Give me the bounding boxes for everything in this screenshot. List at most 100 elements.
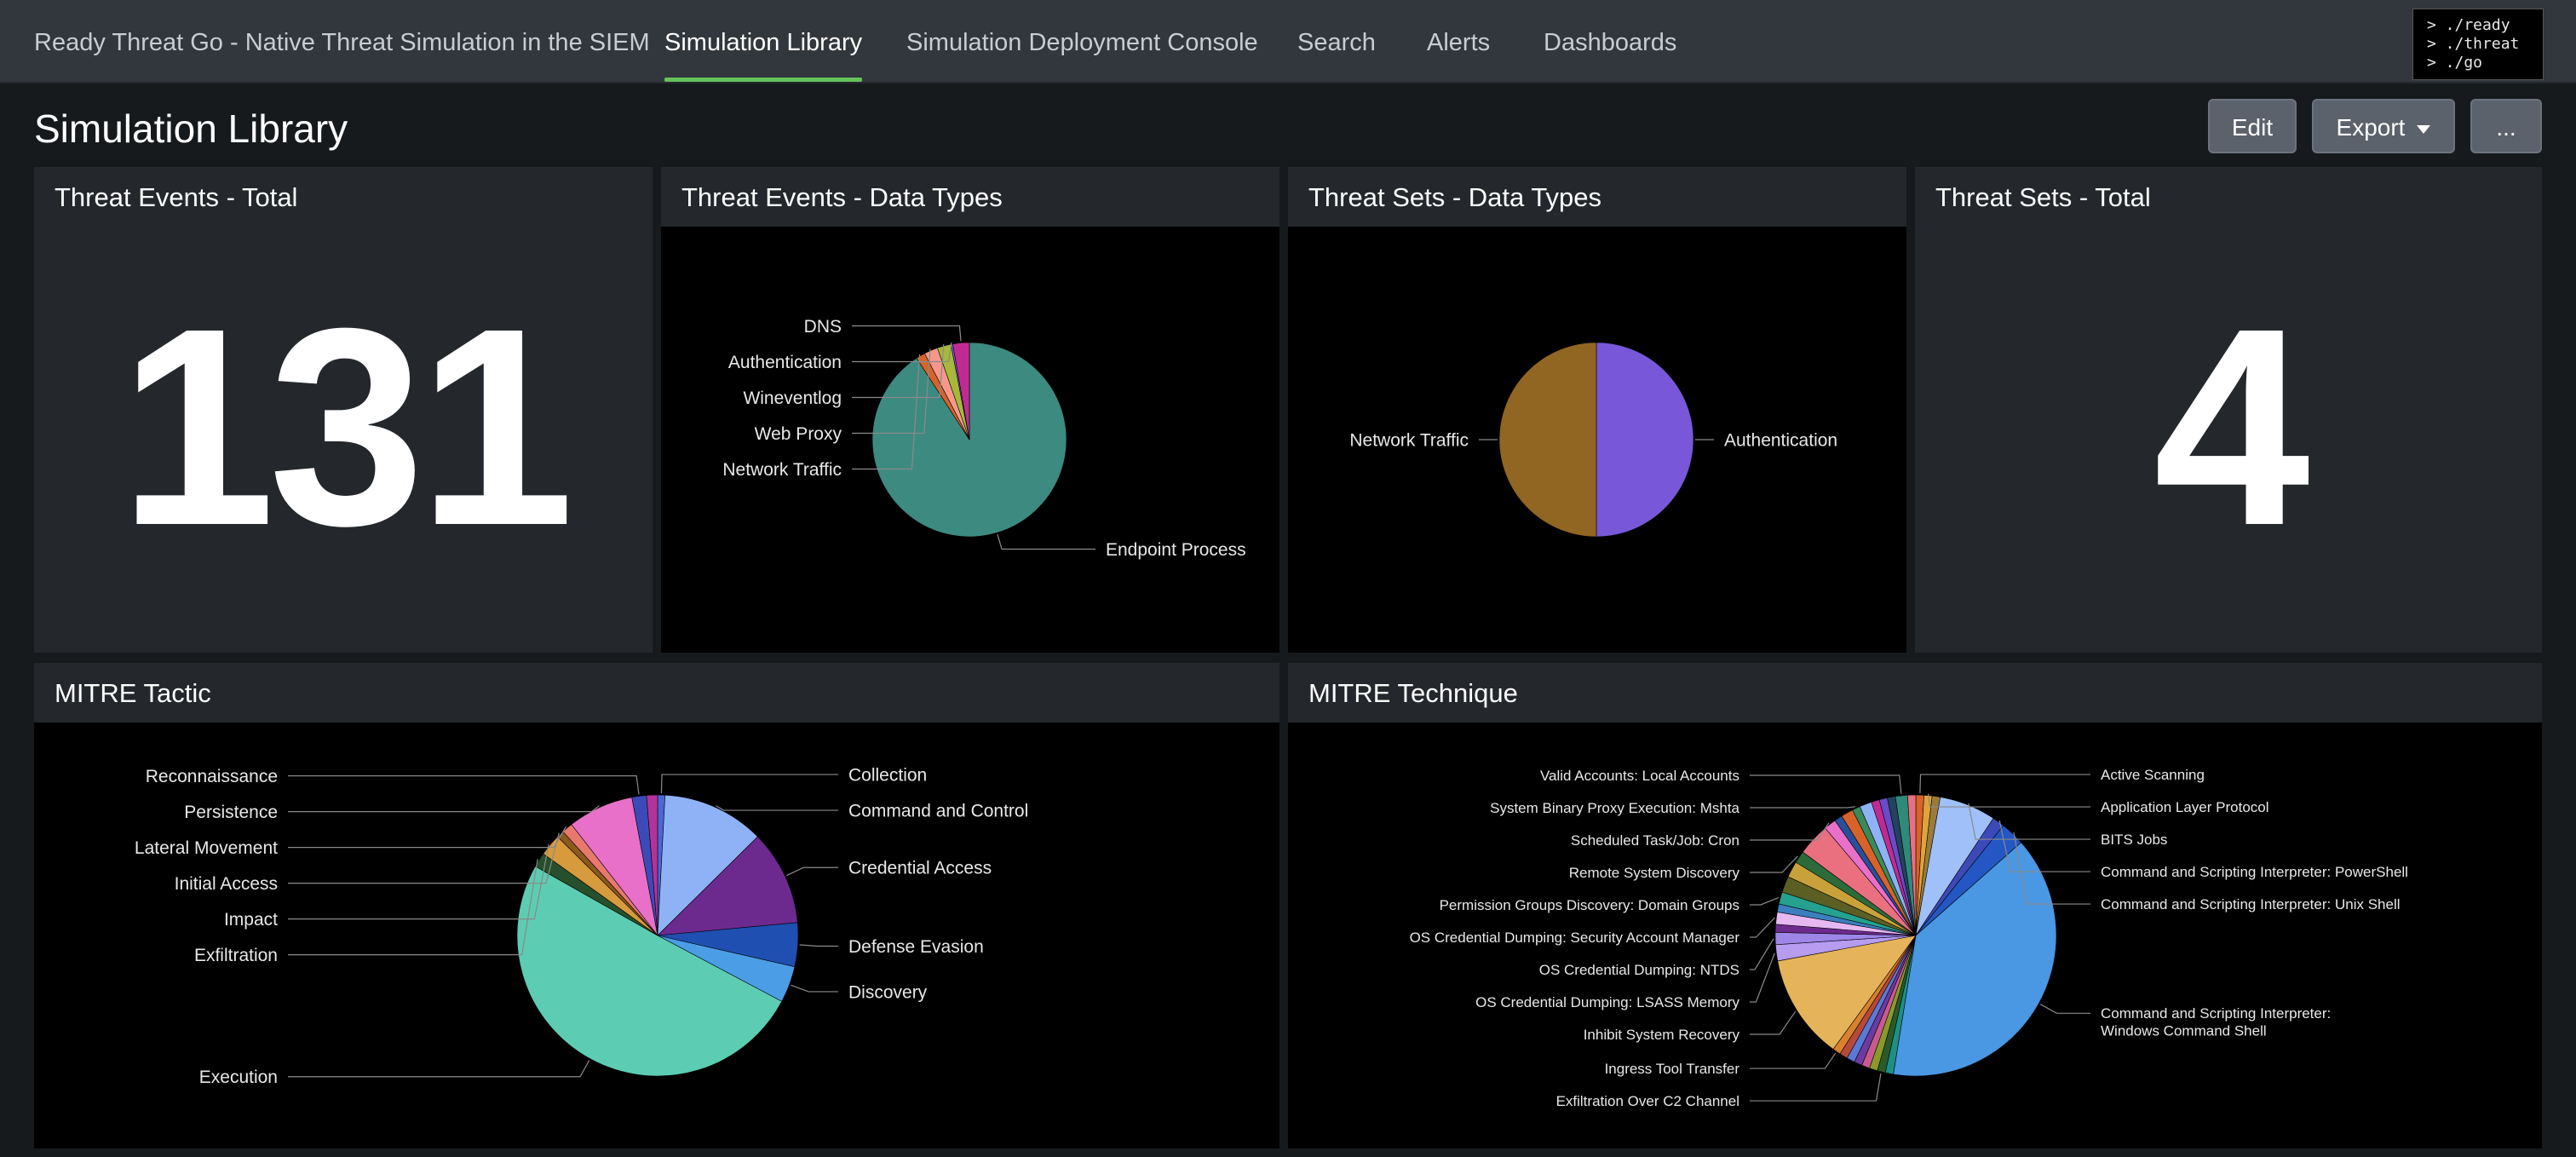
pie-chart: Active Scanning Application Layer Protoco… bbox=[1410, 767, 2408, 1109]
leader-line bbox=[288, 832, 560, 884]
leader-line bbox=[852, 325, 962, 342]
leader-line bbox=[1750, 1052, 1837, 1069]
pie-chart: Endpoint Process DNS Authentication Wineven… bbox=[722, 317, 1246, 560]
chart-area: Endpoint Process DNS Authentication Wineven… bbox=[661, 227, 1279, 653]
chart-area: Collection Command and Control Credential … bbox=[34, 722, 1279, 1148]
pie-label: Valid Accounts: Local Accounts bbox=[1540, 768, 1739, 784]
caret-down-icon bbox=[2417, 124, 2431, 134]
leader-line bbox=[997, 534, 1095, 550]
leader-line bbox=[799, 944, 838, 947]
leader-line bbox=[288, 859, 538, 956]
tab-search[interactable]: Search bbox=[1297, 0, 1376, 82]
pie-label: Remote System Discovery bbox=[1569, 865, 1740, 881]
pie-chart: Authentication Network Traffic bbox=[1349, 342, 1837, 538]
pie-label: BITS Jobs bbox=[2101, 832, 2167, 848]
panel-mitre-tactic: MITRE Tactic Collection Command and Contr… bbox=[34, 663, 1279, 1148]
pie-label: Active Scanning bbox=[2101, 767, 2205, 783]
leader-line bbox=[288, 826, 566, 849]
pie-slice-network-traffic[interactable] bbox=[1498, 342, 1597, 538]
logo-line: > ./ready bbox=[2427, 16, 2510, 34]
pie-label: Network Traffic bbox=[722, 460, 842, 480]
leader-line bbox=[1750, 806, 1856, 809]
pie-label: System Binary Proxy Execution: Mshta bbox=[1490, 800, 1739, 816]
leader-line bbox=[1750, 896, 1780, 906]
pie-label: Credential Access bbox=[848, 859, 992, 878]
export-button[interactable]: Export bbox=[2312, 99, 2455, 153]
leader-line bbox=[1750, 1073, 1882, 1102]
app-title-link[interactable]: Ready Threat Go - Native Threat Simulati… bbox=[34, 0, 650, 82]
pie-label: Command and Scripting Interpreter: Window… bbox=[2101, 1005, 2331, 1039]
panel-title: Threat Events - Data Types bbox=[681, 182, 1003, 212]
pie-label: Network Traffic bbox=[1349, 430, 1469, 450]
leader-line bbox=[2039, 1004, 2090, 1014]
leader-line bbox=[288, 805, 600, 813]
pie-label: Web Proxy bbox=[755, 424, 842, 444]
logo-line: > ./threat bbox=[2427, 35, 2520, 53]
single-value: 131 bbox=[118, 269, 575, 584]
pie-label: Command and Scripting Interpreter: Power… bbox=[2101, 864, 2408, 880]
pie-label: Lateral Movement bbox=[135, 838, 278, 858]
leader-line bbox=[288, 1060, 590, 1078]
pie-label: OS Credential Dumping: Security Account … bbox=[1410, 930, 1740, 946]
panel-title: Threat Sets - Data Types bbox=[1308, 182, 1602, 212]
edit-button[interactable]: Edit bbox=[2208, 99, 2297, 153]
leader-line bbox=[716, 805, 838, 811]
panel-threat-events-data-types: Threat Events - Data Types Endpoint Proc… bbox=[661, 167, 1279, 653]
leader-line bbox=[660, 774, 838, 794]
leader-line bbox=[288, 775, 640, 795]
pie-label: Execution bbox=[199, 1068, 278, 1087]
pie-label: Command and Scripting Interpreter: Unix … bbox=[2101, 896, 2401, 912]
pie-label: Initial Access bbox=[175, 874, 278, 894]
app-nav-bar: Ready Threat Go - Native Threat Simulati… bbox=[0, 0, 2576, 83]
pie-label: Endpoint Process bbox=[1106, 540, 1246, 560]
more-actions-button[interactable]: ... bbox=[2470, 99, 2542, 153]
pie-label: Ingress Tool Transfer bbox=[1605, 1061, 1740, 1077]
pie-label: Authentication bbox=[728, 353, 842, 372]
tab-alerts[interactable]: Alerts bbox=[1427, 0, 1490, 82]
pie-label: Inhibit System Recovery bbox=[1584, 1027, 1740, 1043]
pie-label: DNS bbox=[804, 317, 842, 337]
panel-title: Threat Events - Total bbox=[55, 182, 298, 212]
pie-label: Collection bbox=[848, 765, 927, 785]
chart-area: Authentication Network Traffic bbox=[1288, 227, 1906, 653]
panel-threat-events-total: Threat Events - Total 131 bbox=[34, 167, 653, 653]
logo-line: > ./go bbox=[2427, 54, 2483, 72]
pie-label: OS Credential Dumping: LSASS Memory bbox=[1475, 994, 1739, 1010]
pie-label: Permission Groups Discovery: Domain Grou… bbox=[1440, 897, 1739, 913]
panel-title: MITRE Tactic bbox=[55, 678, 211, 708]
leader-line bbox=[1750, 1010, 1797, 1035]
pie-label: Reconnaissance bbox=[146, 767, 278, 786]
panel-threat-sets-total: Threat Sets - Total 4 bbox=[1915, 167, 2542, 653]
single-value: 4 bbox=[2153, 269, 2310, 584]
pie-label: Discovery bbox=[848, 982, 928, 1002]
pie-label: Command and Control bbox=[848, 801, 1028, 820]
pie-chart: Collection Command and Control Credential … bbox=[135, 765, 1028, 1087]
leader-line bbox=[1750, 855, 1798, 873]
tab-dashboards[interactable]: Dashboards bbox=[1544, 0, 1676, 82]
pie-label: Persistence bbox=[184, 803, 278, 822]
panel-title: MITRE Technique bbox=[1308, 678, 1518, 708]
leader-line bbox=[1750, 774, 1902, 794]
pie-label: Authentication bbox=[1724, 430, 1837, 450]
pie-label: Application Layer Protocol bbox=[2101, 799, 2269, 815]
pie-label: Exfiltration Over C2 Channel bbox=[1556, 1093, 1739, 1109]
pie-label: Scheduled Task/Job: Cron bbox=[1571, 832, 1739, 849]
pie-label: Defense Evasion bbox=[848, 937, 984, 957]
leader-line bbox=[288, 843, 549, 920]
tab-simulation-library[interactable]: Simulation Library bbox=[664, 0, 863, 82]
app-logo: > ./ready > ./threat > ./go bbox=[2412, 9, 2544, 80]
pie-slice-authentication[interactable] bbox=[1596, 342, 1694, 538]
pie-label: OS Credential Dumping: NTDS bbox=[1539, 962, 1739, 978]
export-label: Export bbox=[2336, 114, 2406, 141]
page-title: Simulation Library bbox=[34, 106, 348, 151]
leader-line bbox=[1919, 774, 2090, 794]
tab-simulation-deployment-console[interactable]: Simulation Deployment Console bbox=[906, 0, 1258, 82]
leader-line bbox=[1750, 917, 1775, 938]
panel-mitre-technique: MITRE Technique Active Scanning Applicati… bbox=[1288, 663, 2542, 1148]
pie-label: Impact bbox=[224, 910, 278, 930]
pie-label: Wineventlog bbox=[743, 389, 842, 408]
leader-line bbox=[1750, 953, 1775, 1003]
leader-line bbox=[786, 866, 838, 877]
panel-threat-sets-data-types: Threat Sets - Data Types Authentication N… bbox=[1288, 167, 1906, 653]
panel-title: Threat Sets - Total bbox=[1935, 182, 2151, 212]
